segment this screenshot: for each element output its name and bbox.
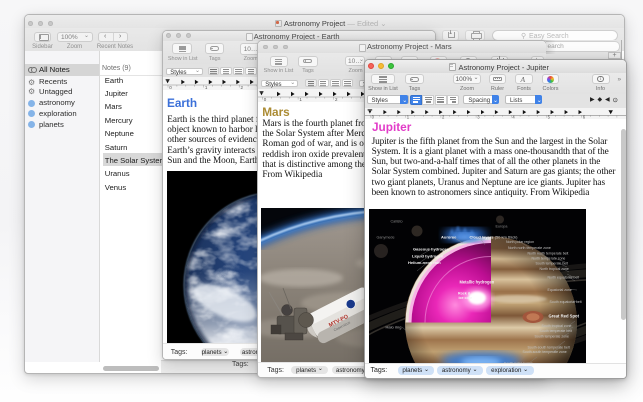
svg-text:Liquid hydrogen: Liquid hydrogen — [412, 253, 444, 258]
svg-text:South temperate belt: South temperate belt — [539, 329, 572, 333]
svg-text:South temperate zone: South temperate zone — [534, 334, 568, 338]
svg-text:North north temperate zone: North north temperate zone — [508, 246, 551, 250]
svg-text:North temperate zone: North temperate zone — [531, 256, 565, 260]
svg-text:Rock &: Rock & — [458, 291, 471, 295]
svg-text:Europa: Europa — [495, 224, 508, 228]
svg-text:Ganymede: Ganymede — [376, 235, 394, 239]
svg-text:South-south temperate zone: South-south temperate zone — [522, 350, 566, 354]
svg-text:South tropical zone: South tropical zone — [541, 323, 571, 327]
svg-text:ice core: ice core — [458, 296, 472, 300]
svg-text:Equatorial zone: Equatorial zone — [547, 287, 571, 291]
svg-text:South-south temperate belt: South-south temperate belt — [527, 345, 569, 349]
svg-text:North equatorial belt: North equatorial belt — [547, 275, 579, 279]
svg-text:Helium-neon rain: Helium-neon rain — [408, 260, 441, 265]
svg-text:Gaseous hydrogen: Gaseous hydrogen — [413, 246, 450, 251]
svg-text:South temperate belt: South temperate belt — [535, 261, 568, 265]
svg-text:Great Red Spot: Great Red Spot — [548, 313, 579, 318]
svg-text:Callisto: Callisto — [390, 219, 402, 223]
svg-text:South equatorial belt: South equatorial belt — [549, 300, 581, 304]
svg-text:Halo ring: Halo ring — [385, 324, 401, 329]
svg-text:North north temperate belt: North north temperate belt — [527, 251, 568, 255]
svg-text:Aurorae: Aurorae — [441, 234, 457, 239]
svg-text:North tropical zone: North tropical zone — [539, 267, 568, 271]
svg-text:Metallic hydrogen: Metallic hydrogen — [459, 279, 494, 284]
svg-text:Cloud layers (50 km thick): Cloud layers (50 km thick) — [469, 234, 518, 239]
